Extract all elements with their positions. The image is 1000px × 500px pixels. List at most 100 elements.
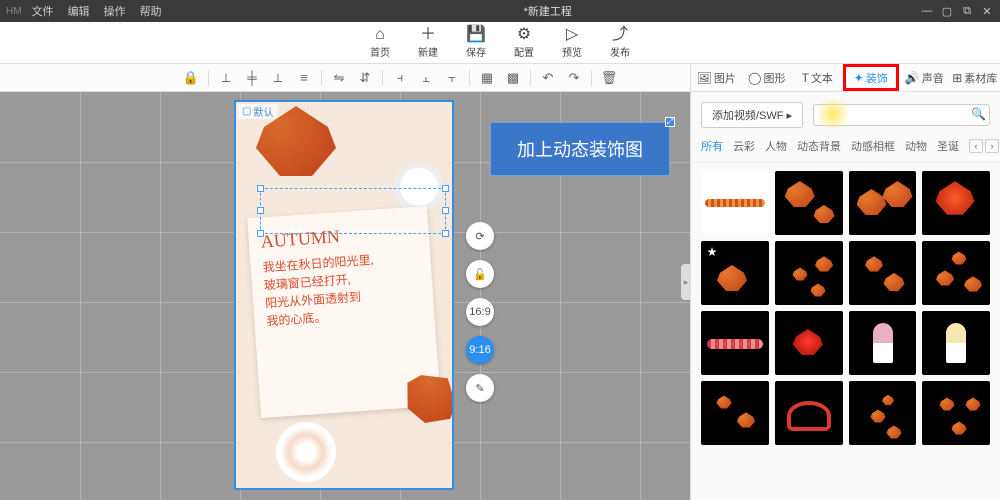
expand-icon[interactable]: ⤢: [665, 117, 675, 127]
canvas-area[interactable]: ▢ 默认 AUTUMN 我坐在秋日的阳光里, 玻璃窗已经打开, 阳光从外面透射到…: [0, 92, 690, 500]
asset-thumbnail[interactable]: [922, 311, 990, 375]
undo-icon[interactable]: ↶: [537, 67, 559, 89]
search-input[interactable]: [813, 104, 990, 126]
asset-thumbnail[interactable]: [849, 241, 917, 305]
gear-icon: ⚙: [517, 26, 531, 44]
asset-thumbnail[interactable]: [849, 381, 917, 445]
add-video-button[interactable]: 添加视频/SWF ▸: [701, 102, 803, 128]
plus-icon: ＋: [420, 26, 436, 44]
window-title: *新建工程: [176, 3, 920, 19]
nav-next-icon[interactable]: ›: [985, 139, 999, 153]
grid-icon: ⊞: [952, 71, 962, 85]
menu-action[interactable]: 操作: [104, 3, 126, 19]
tab-sound[interactable]: 🔊声音: [899, 64, 950, 91]
app-name: HM: [6, 6, 22, 17]
bring-front-icon[interactable]: ▦: [476, 67, 498, 89]
tab-image[interactable]: 🖼图片: [691, 64, 742, 91]
save-button[interactable]: 💾保存: [466, 26, 486, 59]
tab-decoration[interactable]: ✦装饰: [843, 64, 900, 91]
aspect-16-9-button[interactable]: 16:9: [466, 298, 494, 326]
flip-h-icon[interactable]: ⇋: [328, 67, 350, 89]
selection-box[interactable]: [260, 188, 446, 234]
filter-clouds[interactable]: 云彩: [733, 138, 755, 154]
main-toolbar: ⌂首页 ＋新建 💾保存 ⚙配置 ▷预览 ⤴发布: [0, 22, 1000, 64]
home-button[interactable]: ⌂首页: [370, 26, 390, 59]
asset-thumbnail[interactable]: [922, 381, 990, 445]
align-hcenter-icon[interactable]: ⫠: [415, 67, 437, 89]
aspect-9-16-button[interactable]: 9:16: [466, 336, 494, 364]
search-icon[interactable]: 🔍: [971, 107, 986, 121]
filter-dynamic-bg[interactable]: 动态背景: [797, 138, 841, 154]
canvas-wrap: 🔒 ⟂ ╪ ⟂ ≡ ⇋ ⇵ ⫞ ⫠ ⫟ ▦ ▩ ↶ ↷ 🗑 ▢ 默认 AU: [0, 64, 690, 500]
redo-icon[interactable]: ↷: [563, 67, 585, 89]
float-controls: ⟳ 🔓 16:9 9:16 ✎: [466, 222, 494, 402]
asset-thumbnail[interactable]: [775, 241, 843, 305]
nav-prev-icon[interactable]: ‹: [969, 139, 983, 153]
asset-thumbnail[interactable]: [922, 241, 990, 305]
filter-nav: ‹ ›: [969, 139, 999, 153]
filter-animals[interactable]: 动物: [905, 138, 927, 154]
asset-thumbnail[interactable]: [701, 311, 769, 375]
menu-edit[interactable]: 编辑: [68, 3, 90, 19]
minimize-icon[interactable]: —: [920, 4, 934, 18]
align-vcenter-icon[interactable]: ╪: [241, 67, 263, 89]
lock-icon[interactable]: 🔒: [180, 67, 202, 89]
phone-canvas[interactable]: ▢ 默认 AUTUMN 我坐在秋日的阳光里, 玻璃窗已经打开, 阳光从外面透射到…: [234, 100, 454, 490]
delete-icon[interactable]: 🗑: [598, 67, 620, 89]
asset-thumbnail[interactable]: [849, 311, 917, 375]
tab-shape[interactable]: ◯图形: [742, 64, 793, 91]
align-bottom-icon[interactable]: ⟂: [267, 67, 289, 89]
rotate-icon[interactable]: ⟳: [466, 222, 494, 250]
asset-thumbnail[interactable]: [701, 241, 769, 305]
asset-thumbnail[interactable]: [849, 171, 917, 235]
publish-button[interactable]: ⤴发布: [610, 26, 630, 59]
panel-sub: 添加视频/SWF ▸ 🔍: [691, 92, 1000, 134]
shape-icon: ◯: [748, 71, 761, 85]
filter-christmas[interactable]: 圣诞: [937, 138, 959, 154]
config-button[interactable]: ⚙配置: [514, 26, 534, 59]
asset-thumbnail[interactable]: [775, 381, 843, 445]
align-right-icon[interactable]: ⫟: [441, 67, 463, 89]
align-top-icon[interactable]: ⟂: [215, 67, 237, 89]
tab-library[interactable]: ⊞素材库: [950, 64, 1000, 91]
thumbnail-grid: [691, 163, 1000, 500]
save-icon: 💾: [466, 26, 486, 44]
align-left-icon[interactable]: ⫞: [389, 67, 411, 89]
flip-v-icon[interactable]: ⇵: [354, 67, 376, 89]
new-button[interactable]: ＋新建: [418, 26, 438, 59]
filter-frame[interactable]: 动感相框: [851, 138, 895, 154]
text-icon: T: [802, 71, 809, 85]
edit-icon[interactable]: ✎: [466, 374, 494, 402]
menu-file[interactable]: 文件: [32, 3, 54, 19]
close-icon[interactable]: ✕: [980, 4, 994, 18]
filter-all[interactable]: 所有: [701, 138, 723, 154]
home-icon: ⌂: [375, 26, 385, 44]
align-dist-v-icon[interactable]: ≡: [293, 67, 315, 89]
panel-collapse-handle[interactable]: ▸: [681, 264, 691, 300]
send-back-icon[interactable]: ▩: [502, 67, 524, 89]
tab-text[interactable]: T文本: [792, 64, 843, 91]
window-controls: — ▢ ⧉ ✕: [920, 4, 994, 18]
restore-icon[interactable]: ⧉: [960, 4, 974, 18]
asset-thumbnail[interactable]: [922, 171, 990, 235]
unlock-icon[interactable]: 🔓: [466, 260, 494, 288]
flower-graphic: [276, 422, 336, 482]
menu-help[interactable]: 帮助: [140, 3, 162, 19]
preview-button[interactable]: ▷预览: [562, 26, 582, 59]
filter-row: 所有 云彩 人物 动态背景 动感相框 动物 圣诞 ‹ ›: [691, 134, 1000, 163]
panel-tabs: 🖼图片 ◯图形 T文本 ✦装饰 🔊声音 ⊞素材库: [691, 64, 1000, 92]
align-toolbar: 🔒 ⟂ ╪ ⟂ ≡ ⇋ ⇵ ⫞ ⫠ ⫟ ▦ ▩ ↶ ↷ 🗑: [0, 64, 690, 92]
play-icon: ▷: [566, 26, 578, 44]
filter-people[interactable]: 人物: [765, 138, 787, 154]
asset-thumbnail[interactable]: [775, 311, 843, 375]
overlay-label[interactable]: 加上动态装饰图 ⤢: [490, 122, 670, 176]
publish-icon: ⤴: [612, 26, 628, 44]
side-panel: ▸ 🖼图片 ◯图形 T文本 ✦装饰 🔊声音 ⊞素材库 添加视频/SWF ▸ 🔍 …: [690, 64, 1000, 500]
asset-thumbnail[interactable]: [701, 381, 769, 445]
asset-thumbnail[interactable]: [775, 171, 843, 235]
default-tag[interactable]: ▢ 默认: [238, 104, 277, 119]
asset-thumbnail[interactable]: [701, 171, 769, 235]
maximize-icon[interactable]: ▢: [940, 4, 954, 18]
search-wrap: 🔍: [813, 104, 990, 126]
sound-icon: 🔊: [905, 71, 920, 85]
